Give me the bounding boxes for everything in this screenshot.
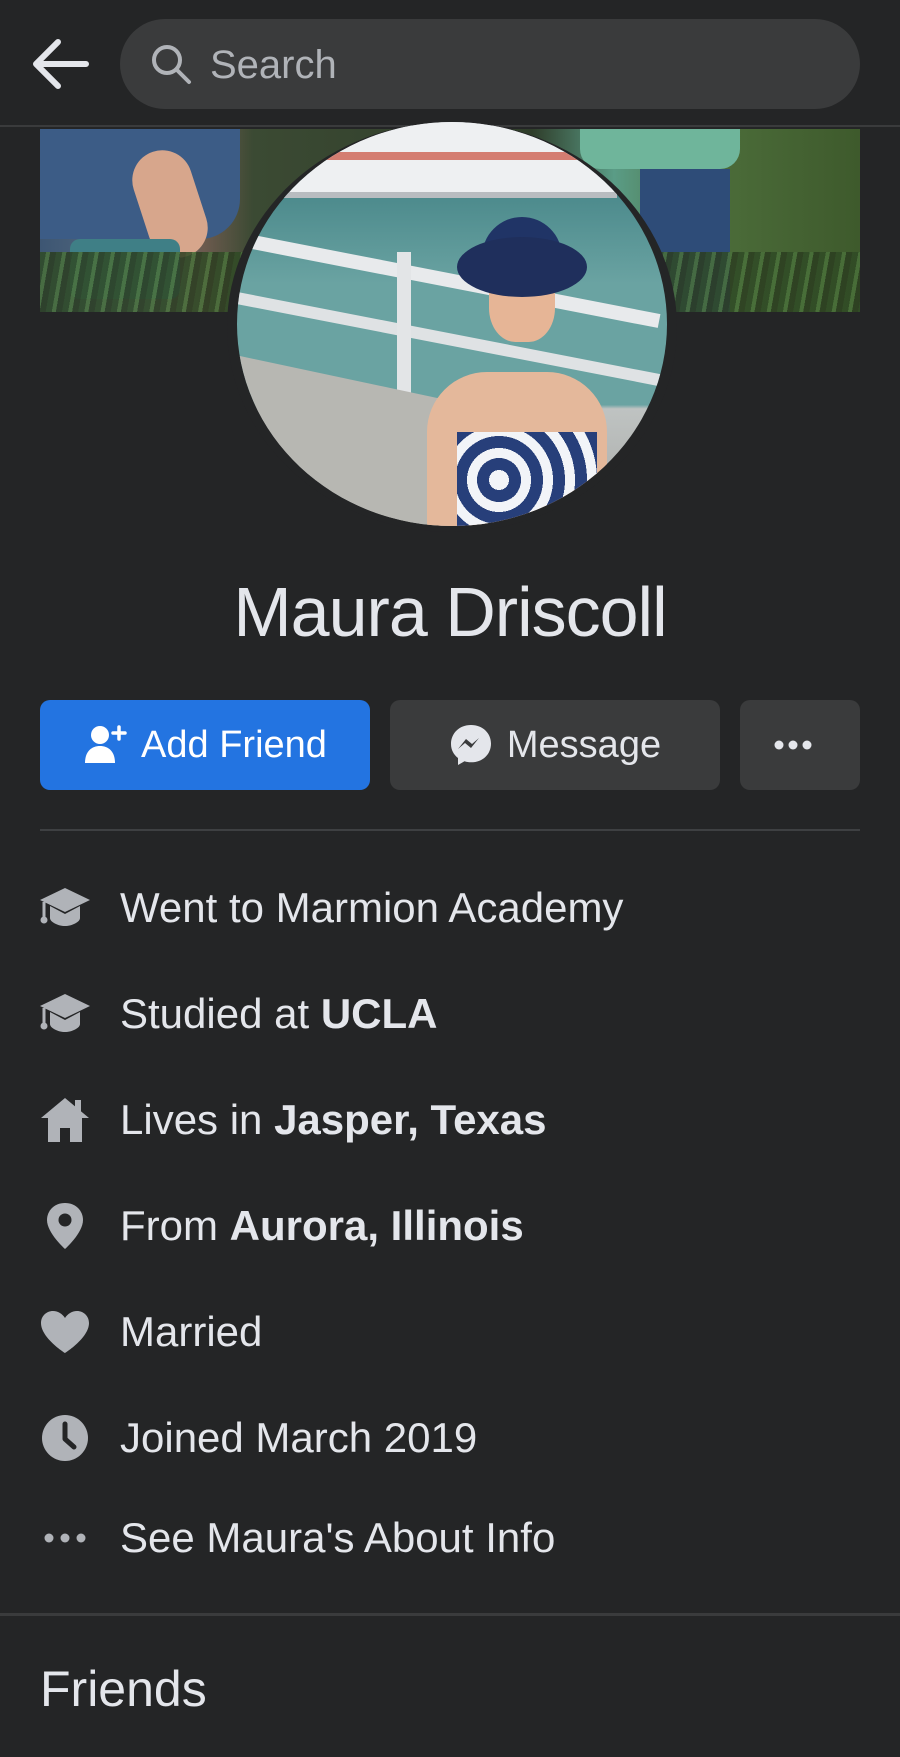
graduation-cap-icon xyxy=(38,881,92,935)
clock-icon xyxy=(38,1411,92,1465)
intro-item-joined: Joined March 2019 xyxy=(0,1388,900,1488)
intro-text: See Maura's About Info xyxy=(120,1514,556,1561)
intro-item-school: Went to Marmion Academy xyxy=(0,858,900,958)
heart-icon xyxy=(38,1305,92,1359)
hometown-link[interactable]: Aurora, Illinois xyxy=(230,1202,524,1249)
location-pin-icon xyxy=(38,1199,92,1253)
search-input[interactable] xyxy=(208,19,832,111)
top-bar xyxy=(0,0,900,127)
intro-item-relationship: Married xyxy=(0,1282,900,1382)
message-label: Message xyxy=(506,723,662,766)
add-friend-icon xyxy=(85,725,127,763)
add-friend-label: Add Friend xyxy=(141,723,327,766)
divider xyxy=(40,829,860,831)
intro-text: Joined March 2019 xyxy=(120,1414,478,1461)
back-arrow-icon xyxy=(33,39,89,89)
intro-text: Married xyxy=(120,1308,263,1355)
friends-section-title[interactable]: Friends xyxy=(40,1660,207,1718)
more-dots-icon xyxy=(774,740,812,750)
more-options-button[interactable] xyxy=(740,700,860,790)
messenger-icon xyxy=(450,725,491,765)
intro-text: Went to Marmion Academy xyxy=(120,884,624,931)
search-icon xyxy=(152,45,191,84)
intro-item-hometown: From Aurora, Illinois xyxy=(0,1176,900,1276)
search-bar[interactable] xyxy=(120,19,860,111)
back-button[interactable] xyxy=(30,36,90,92)
intro-text: From Aurora, Illinois xyxy=(120,1202,524,1249)
intro-item-current-city: Lives in Jasper, Texas xyxy=(0,1070,900,1170)
graduation-cap-icon xyxy=(38,987,92,1041)
home-icon xyxy=(38,1093,92,1147)
section-divider xyxy=(0,1613,900,1616)
profile-picture[interactable] xyxy=(237,122,667,526)
message-button[interactable]: Message xyxy=(390,700,720,790)
add-friend-button[interactable]: Add Friend xyxy=(40,700,370,790)
intro-text: Lives in Jasper, Texas xyxy=(120,1096,547,1143)
more-dots-icon xyxy=(38,1511,92,1565)
intro-text: Studied at UCLA xyxy=(120,990,438,1037)
intro-item-college: Studied at UCLA xyxy=(0,964,900,1064)
profile-name: Maura Driscoll xyxy=(233,573,667,651)
see-about-info-link[interactable]: See Maura's About Info xyxy=(0,1488,900,1588)
current-city-link[interactable]: Jasper, Texas xyxy=(274,1096,546,1143)
college-link[interactable]: UCLA xyxy=(321,990,438,1037)
